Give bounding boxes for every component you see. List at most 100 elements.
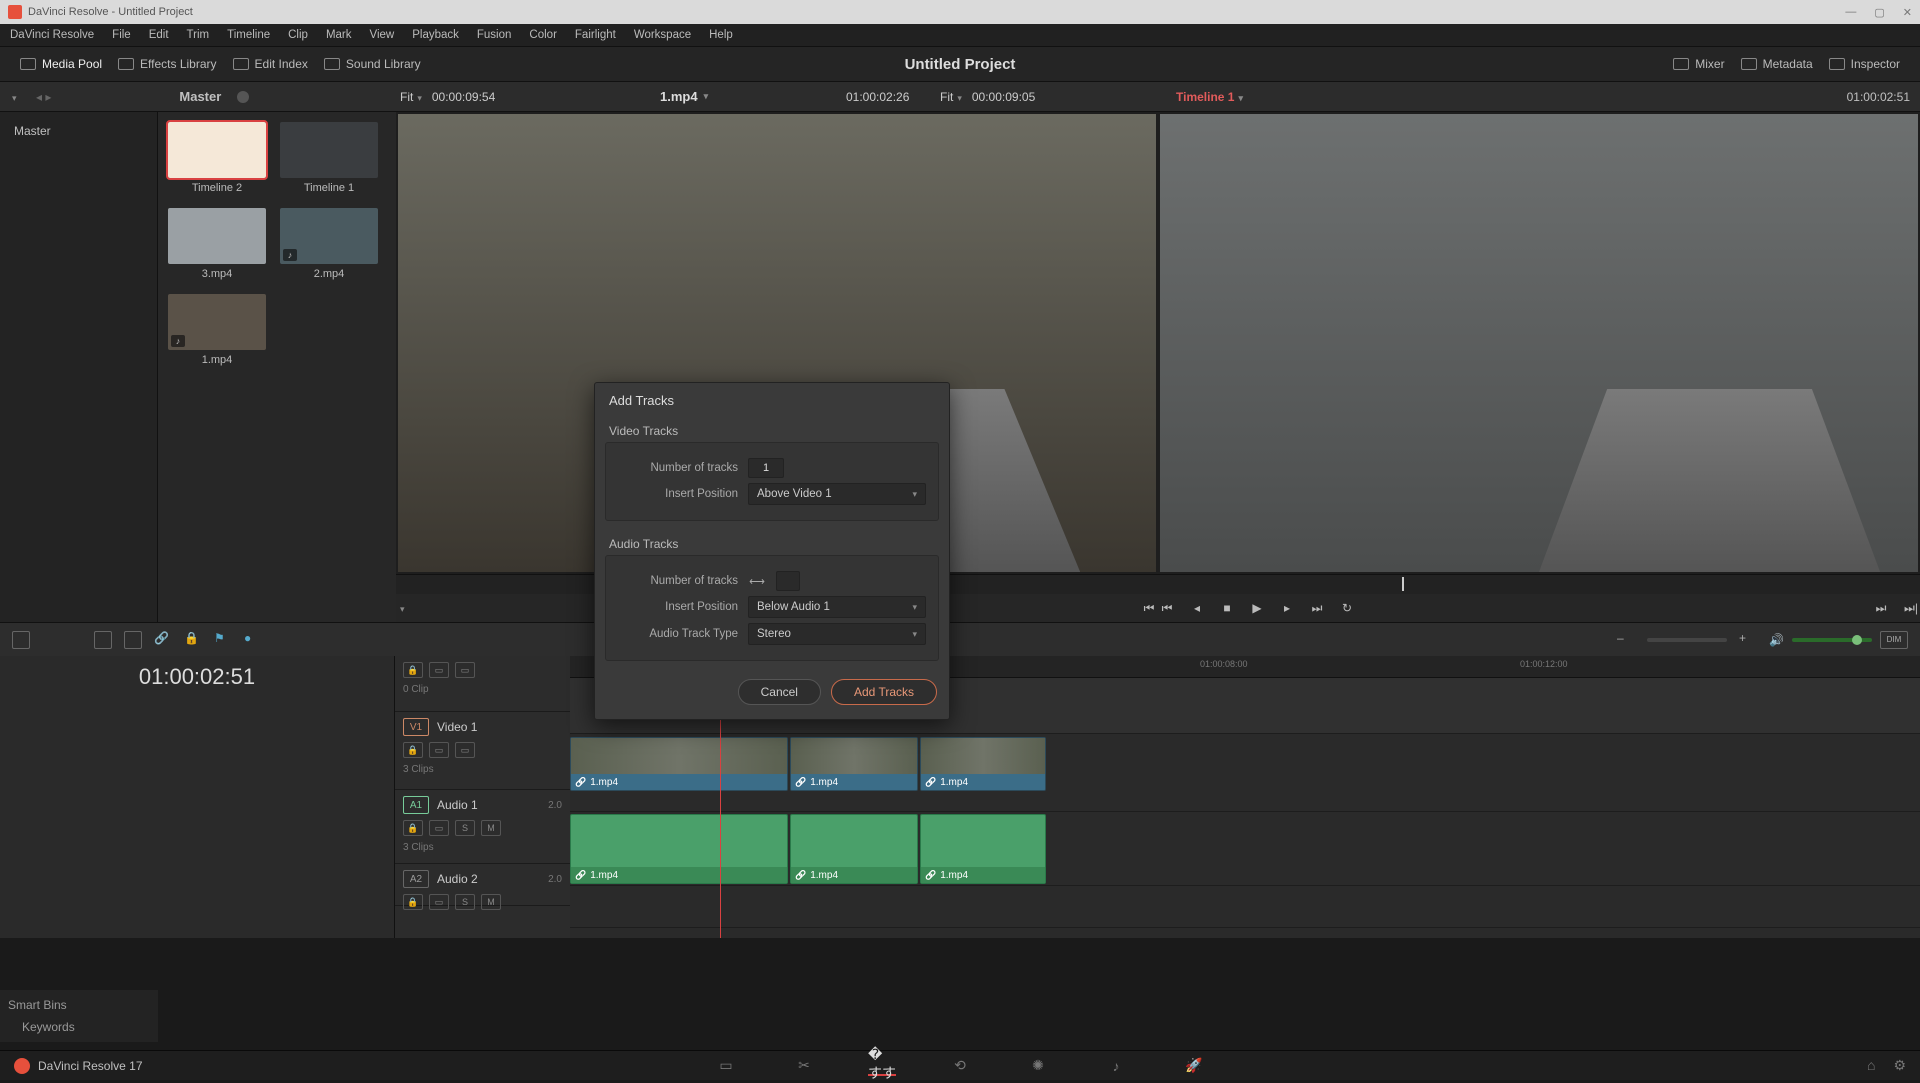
close-button[interactable]: ✕ <box>1903 6 1912 19</box>
loop-button[interactable]: ↻ <box>1338 601 1356 615</box>
audio-clip[interactable]: 1.mp4 <box>920 814 1046 884</box>
solo-button[interactable]: S <box>455 894 475 910</box>
auto-select-icon[interactable]: ▭ <box>429 662 449 678</box>
mute-button[interactable]: M <box>481 820 501 836</box>
spinner-icon[interactable]: ⟷ <box>748 575 766 588</box>
lock-icon[interactable]: 🔒 <box>184 631 202 649</box>
menu-item[interactable]: Workspace <box>634 29 691 41</box>
lock-track-icon[interactable]: 🔒 <box>403 894 423 910</box>
lock-track-icon[interactable]: 🔒 <box>403 820 423 836</box>
toggle-track-icon[interactable]: ▭ <box>455 742 475 758</box>
menu-item[interactable]: Mark <box>326 29 352 41</box>
speaker-icon[interactable]: 🔊 <box>1769 633 1784 647</box>
record-viewer-image[interactable] <box>1160 114 1918 572</box>
bin-master[interactable]: Master <box>8 120 149 142</box>
project-settings-button[interactable]: ⚙ <box>1893 1057 1906 1074</box>
match-frame-icon[interactable] <box>396 601 418 615</box>
audio-clip[interactable]: 1.mp4 <box>790 814 918 884</box>
media-page-button[interactable]: ▭ <box>712 1056 740 1076</box>
clip-item[interactable]: ♪2.mp4 <box>280 208 378 280</box>
last-frame-button[interactable]: ⏭ <box>1308 601 1326 616</box>
auto-select-icon[interactable]: ▭ <box>429 742 449 758</box>
menu-item[interactable]: Fairlight <box>575 29 616 41</box>
go-last-button[interactable]: ⏭ <box>1872 601 1890 616</box>
minimize-button[interactable]: — <box>1845 6 1856 19</box>
menu-item[interactable]: File <box>112 29 131 41</box>
video-track-header[interactable]: V1Video 1 🔒▭▭ 3 Clips <box>395 712 570 790</box>
selection-tool-icon[interactable] <box>94 631 112 649</box>
zoom-out-icon[interactable]: – <box>1617 631 1635 649</box>
audio-track-type-select[interactable]: Stereo <box>748 623 926 645</box>
color-page-button[interactable]: ✺ <box>1024 1056 1052 1076</box>
menu-item[interactable]: Trim <box>187 29 210 41</box>
video-insert-position-select[interactable]: Above Video 1 <box>748 483 926 505</box>
mute-button[interactable]: M <box>481 894 501 910</box>
play-button[interactable]: ▶ <box>1248 601 1266 615</box>
effects-library-toggle[interactable]: Effects Library <box>110 53 224 75</box>
audio-track-1[interactable]: 1.mp4 1.mp4 1.mp4 <box>570 812 1920 886</box>
link-icon[interactable]: 🔗 <box>154 631 172 649</box>
clip-item[interactable]: 3.mp4 <box>168 208 266 280</box>
fusion-page-button[interactable]: ⟲ <box>946 1056 974 1076</box>
media-pool-toggle[interactable]: Media Pool <box>12 53 110 75</box>
zoom-in-icon[interactable]: + <box>1739 631 1757 649</box>
clip-item[interactable]: Timeline 1 <box>280 122 378 194</box>
auto-select-icon[interactable]: ▭ <box>429 894 449 910</box>
audio-insert-position-select[interactable]: Below Audio 1 <box>748 596 926 618</box>
menu-item[interactable]: DaVinci Resolve <box>10 29 94 41</box>
record-zoom[interactable]: Fit <box>940 90 962 104</box>
edit-index-toggle[interactable]: Edit Index <box>225 53 316 75</box>
menu-item[interactable]: View <box>370 29 395 41</box>
marker-icon[interactable]: ● <box>244 631 262 649</box>
flag-icon[interactable]: ⚑ <box>214 631 232 649</box>
audio-num-tracks-input[interactable] <box>776 571 800 591</box>
solo-button[interactable]: S <box>455 820 475 836</box>
stop-button[interactable]: ■ <box>1218 601 1236 615</box>
source-clip-name[interactable]: 1.mp4▾ <box>660 89 708 104</box>
zoom-slider[interactable] <box>1647 638 1727 642</box>
track-tag[interactable]: V1 <box>403 718 429 736</box>
maximize-button[interactable]: ▢ <box>1874 6 1884 19</box>
volume-slider[interactable] <box>1792 638 1872 642</box>
go-end-button[interactable]: ⏭| <box>1902 601 1920 616</box>
prev-frame-button[interactable]: ◂ <box>1188 601 1206 615</box>
track-tag[interactable]: A1 <box>403 796 429 814</box>
audio-track-2[interactable] <box>570 886 1920 928</box>
video-num-tracks-input[interactable] <box>748 458 784 478</box>
menu-item[interactable]: Help <box>709 29 733 41</box>
menu-item[interactable]: Fusion <box>477 29 512 41</box>
source-zoom[interactable]: Fit <box>400 90 422 104</box>
first-frame-button[interactable]: ⏮ <box>1158 601 1176 616</box>
toggle-track-icon[interactable]: ▭ <box>455 662 475 678</box>
first-frame-button[interactable]: ⏮ <box>1140 601 1158 616</box>
cancel-button[interactable]: Cancel <box>738 679 821 705</box>
video-track-1[interactable]: 1.mp4 1.mp4 1.mp4 <box>570 734 1920 812</box>
video-clip[interactable]: 1.mp4 <box>570 737 788 791</box>
lock-track-icon[interactable]: 🔒 <box>403 742 423 758</box>
edit-page-button[interactable]: �すす <box>868 1056 896 1076</box>
sound-library-toggle[interactable]: Sound Library <box>316 53 429 75</box>
menu-item[interactable]: Color <box>529 29 556 41</box>
video-clip[interactable]: 1.mp4 <box>920 737 1046 791</box>
fairlight-page-button[interactable]: ♪ <box>1102 1056 1130 1076</box>
metadata-toggle[interactable]: Metadata <box>1733 53 1821 75</box>
cut-page-button[interactable]: ✂ <box>790 1056 818 1076</box>
timeline-view-options-icon[interactable] <box>12 631 30 649</box>
deliver-page-button[interactable]: 🚀 <box>1180 1056 1208 1076</box>
inspector-toggle[interactable]: Inspector <box>1821 53 1908 75</box>
timeline-name[interactable]: Timeline 1 <box>1176 90 1243 104</box>
menu-item[interactable]: Clip <box>288 29 308 41</box>
next-frame-button[interactable]: ▸ <box>1278 601 1296 615</box>
menu-item[interactable]: Playback <box>412 29 459 41</box>
mixer-toggle[interactable]: Mixer <box>1665 53 1732 75</box>
smart-bin-item[interactable]: Keywords <box>8 1020 150 1034</box>
video-clip[interactable]: 1.mp4 <box>790 737 918 791</box>
track-tag[interactable]: A2 <box>403 870 429 888</box>
audio-track-header[interactable]: A1Audio 12.0 🔒▭SM 3 Clips <box>395 790 570 864</box>
audio-track-2-header[interactable]: A2Audio 22.0 🔒▭SM <box>395 864 570 906</box>
menu-item[interactable]: Timeline <box>227 29 270 41</box>
record-scrubber[interactable] <box>1158 574 1920 594</box>
dim-button[interactable]: DIM <box>1880 631 1908 649</box>
menu-item[interactable]: Edit <box>149 29 169 41</box>
blade-tool-icon[interactable] <box>124 631 142 649</box>
